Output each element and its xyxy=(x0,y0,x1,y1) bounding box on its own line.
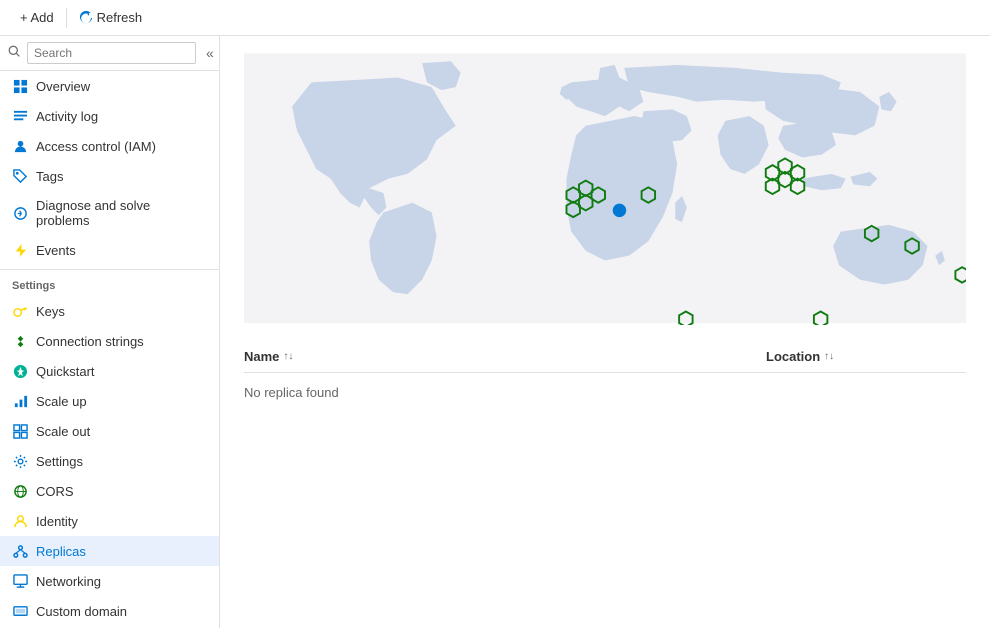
col-location-header[interactable]: Location ↑↓ xyxy=(766,349,966,364)
col-name-label: Name xyxy=(244,349,279,364)
sidebar-item-settings[interactable]: Settings xyxy=(0,446,219,476)
sidebar-label-scale-up: Scale up xyxy=(36,394,87,409)
events-icon xyxy=(12,242,28,258)
sidebar-item-tags[interactable]: Tags xyxy=(0,161,219,191)
sidebar-item-overview[interactable]: Overview xyxy=(0,71,219,101)
world-map xyxy=(244,52,966,325)
sidebar-label-cors: CORS xyxy=(36,484,74,499)
sidebar-scroll: Overview Activity log Access control (IA… xyxy=(0,71,219,628)
add-button[interactable]: + Add xyxy=(12,6,62,29)
sidebar-item-activity-log[interactable]: Activity log xyxy=(0,101,219,131)
sidebar-label-connection-strings: Connection strings xyxy=(36,334,144,349)
col-location-label: Location xyxy=(766,349,820,364)
identity-icon xyxy=(12,513,28,529)
main-layout: « Overview Activity log xyxy=(0,36,990,628)
sidebar-item-access-control[interactable]: Access control (IAM) xyxy=(0,131,219,161)
sidebar-label-keys: Keys xyxy=(36,304,65,319)
sidebar-item-networking[interactable]: Networking xyxy=(0,566,219,596)
sidebar-label-access-control: Access control (IAM) xyxy=(36,139,156,154)
sidebar-label-quickstart: Quickstart xyxy=(36,364,95,379)
networking-icon xyxy=(12,573,28,589)
table-header: Name ↑↓ Location ↑↓ xyxy=(244,341,966,373)
sidebar-item-identity[interactable]: Identity xyxy=(0,506,219,536)
refresh-label: Refresh xyxy=(97,10,143,25)
sidebar-label-overview: Overview xyxy=(36,79,90,94)
content-area: Name ↑↓ Location ↑↓ No replica found xyxy=(220,36,990,628)
sidebar-item-cors[interactable]: CORS xyxy=(0,476,219,506)
settings-icon xyxy=(12,453,28,469)
refresh-icon xyxy=(79,11,93,25)
access-control-icon xyxy=(12,138,28,154)
sidebar-label-custom-domain: Custom domain xyxy=(36,604,127,619)
map-container xyxy=(220,36,990,341)
replicas-icon xyxy=(12,543,28,559)
search-input[interactable] xyxy=(27,42,196,64)
sidebar-item-quickstart[interactable]: Quickstart xyxy=(0,356,219,386)
sidebar-item-connection-strings[interactable]: Connection strings xyxy=(0,326,219,356)
sidebar-label-replicas: Replicas xyxy=(36,544,86,559)
table-empty-message: No replica found xyxy=(244,373,966,412)
sidebar-label-networking: Networking xyxy=(36,574,101,589)
settings-section-label: Settings xyxy=(0,269,219,296)
col-name-sort-icon[interactable]: ↑↓ xyxy=(283,351,293,362)
custom-domain-icon xyxy=(12,603,28,619)
refresh-button[interactable]: Refresh xyxy=(71,6,151,29)
sidebar-label-settings: Settings xyxy=(36,454,83,469)
sidebar-item-diagnose[interactable]: Diagnose and solve problems xyxy=(0,191,219,235)
sidebar: « Overview Activity log xyxy=(0,36,220,628)
sidebar-label-activity-log: Activity log xyxy=(36,109,98,124)
sidebar-label-tags: Tags xyxy=(36,169,63,184)
tags-icon xyxy=(12,168,28,184)
sidebar-label-scale-out: Scale out xyxy=(36,424,90,439)
connection-strings-icon xyxy=(12,333,28,349)
sidebar-item-scale-up[interactable]: Scale up xyxy=(0,386,219,416)
sidebar-item-scale-out[interactable]: Scale out xyxy=(0,416,219,446)
col-name-header[interactable]: Name ↑↓ xyxy=(244,349,766,364)
sidebar-item-keys[interactable]: Keys xyxy=(0,296,219,326)
scale-up-icon xyxy=(12,393,28,409)
toolbar-separator xyxy=(66,8,67,28)
sidebar-item-custom-domain[interactable]: Custom domain xyxy=(0,596,219,626)
sidebar-item-events[interactable]: Events xyxy=(0,235,219,265)
quickstart-icon xyxy=(12,363,28,379)
sidebar-label-identity: Identity xyxy=(36,514,78,529)
collapse-sidebar-button[interactable]: « xyxy=(202,43,218,63)
search-icon xyxy=(8,45,21,61)
scale-out-icon xyxy=(12,423,28,439)
table-area: Name ↑↓ Location ↑↓ No replica found xyxy=(220,341,990,628)
activity-log-icon xyxy=(12,108,28,124)
col-location-sort-icon[interactable]: ↑↓ xyxy=(824,351,834,362)
toolbar: + Add Refresh xyxy=(0,0,990,36)
search-box: « xyxy=(0,36,219,71)
keys-icon xyxy=(12,303,28,319)
sidebar-item-replicas[interactable]: Replicas xyxy=(0,536,219,566)
cors-icon xyxy=(12,483,28,499)
diagnose-icon xyxy=(12,205,28,221)
sidebar-label-diagnose: Diagnose and solve problems xyxy=(36,198,207,228)
overview-icon xyxy=(12,78,28,94)
sidebar-label-events: Events xyxy=(36,243,76,258)
